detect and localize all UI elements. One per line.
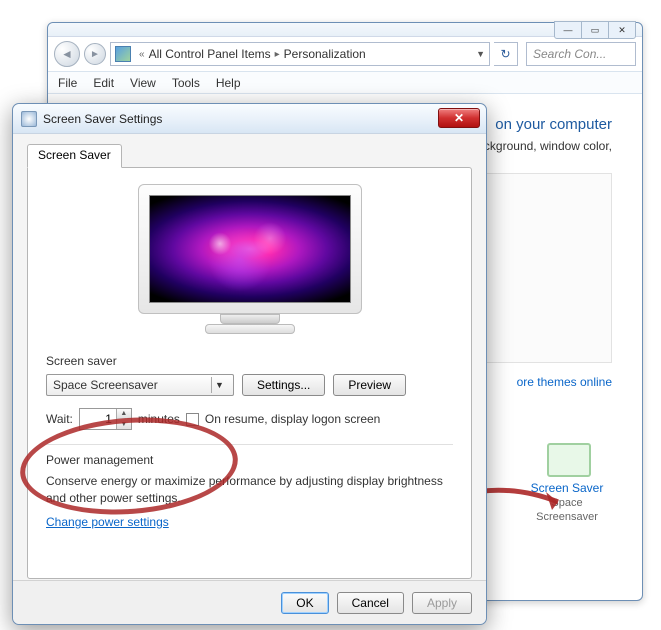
- change-power-settings-link[interactable]: Change power settings: [46, 515, 169, 529]
- cancel-button[interactable]: Cancel: [337, 592, 404, 614]
- tab-panel: Screen saver Space Screensaver ▼ Setting…: [27, 167, 472, 579]
- breadcrumb-item[interactable]: Personalization: [284, 47, 366, 61]
- menu-edit[interactable]: Edit: [93, 76, 114, 90]
- power-management-text: Conserve energy or maximize performance …: [46, 473, 453, 507]
- on-resume-checkbox[interactable]: [186, 413, 199, 426]
- nav-back-button[interactable]: ◄: [54, 41, 80, 67]
- tab-screen-saver[interactable]: Screen Saver: [27, 144, 122, 168]
- dialog-close-button[interactable]: ✕: [438, 108, 480, 128]
- chevron-left-icon: «: [135, 49, 149, 60]
- close-button[interactable]: ✕: [608, 21, 636, 39]
- refresh-button[interactable]: ↻: [494, 42, 518, 66]
- screen-saver-group-label: Screen saver: [46, 354, 453, 368]
- combo-value: Space Screensaver: [53, 378, 158, 392]
- wait-spinbox[interactable]: ▲ ▼: [79, 408, 132, 430]
- address-bar[interactable]: « All Control Panel Items ▸ Personalizat…: [110, 42, 490, 66]
- control-panel-icon: [115, 46, 131, 62]
- preview-monitor: [138, 184, 362, 340]
- dialog-footer: OK Cancel Apply: [13, 580, 486, 624]
- screen-saver-icon: [543, 439, 591, 479]
- chevron-right-icon: ▸: [271, 49, 284, 60]
- menu-file[interactable]: File: [58, 76, 77, 90]
- menu-bar: File Edit View Tools Help: [48, 72, 642, 94]
- power-management-label: Power management: [46, 453, 453, 467]
- wait-label: Wait:: [46, 412, 73, 426]
- screen-saver-label: Screen Saver: [522, 481, 612, 495]
- menu-help[interactable]: Help: [216, 76, 241, 90]
- search-input[interactable]: Search Con...: [526, 42, 636, 66]
- breadcrumb-item[interactable]: All Control Panel Items: [149, 47, 271, 61]
- screen-saver-sub: Space Screensaver: [536, 497, 598, 523]
- nav-forward-button[interactable]: ►: [84, 43, 106, 65]
- screen-saver-item[interactable]: Screen Saver Space Screensaver: [522, 439, 612, 523]
- minimize-button[interactable]: —: [554, 21, 582, 39]
- apply-button[interactable]: Apply: [412, 592, 472, 614]
- preview-button[interactable]: Preview: [333, 374, 406, 396]
- help-icon[interactable]: ?: [610, 102, 628, 120]
- wait-unit: minutes: [138, 412, 180, 426]
- ok-button[interactable]: OK: [281, 592, 328, 614]
- chevron-down-icon: ▼: [211, 377, 227, 393]
- maximize-button[interactable]: ▭: [581, 21, 609, 39]
- menu-view[interactable]: View: [130, 76, 156, 90]
- nav-row: ◄ ► « All Control Panel Items ▸ Personal…: [48, 37, 642, 72]
- addr-dropdown-icon[interactable]: ▼: [476, 49, 485, 59]
- separator: [46, 444, 453, 445]
- dialog-icon: [21, 111, 37, 127]
- on-resume-label: On resume, display logon screen: [205, 412, 380, 426]
- wait-input[interactable]: [80, 409, 116, 429]
- screen-saver-dialog: Screen Saver Settings ✕ Screen Saver Scr…: [12, 103, 487, 625]
- spin-up-icon[interactable]: ▲: [117, 409, 131, 419]
- menu-tools[interactable]: Tools: [172, 76, 200, 90]
- spin-down-icon[interactable]: ▼: [117, 419, 131, 429]
- preview-screen: [149, 195, 351, 303]
- parent-titlebar: — ▭ ✕: [48, 23, 642, 37]
- dialog-title: Screen Saver Settings: [43, 112, 162, 126]
- settings-button[interactable]: Settings...: [242, 374, 325, 396]
- dialog-titlebar[interactable]: Screen Saver Settings ✕: [13, 104, 486, 134]
- screen-saver-combo[interactable]: Space Screensaver ▼: [46, 374, 234, 396]
